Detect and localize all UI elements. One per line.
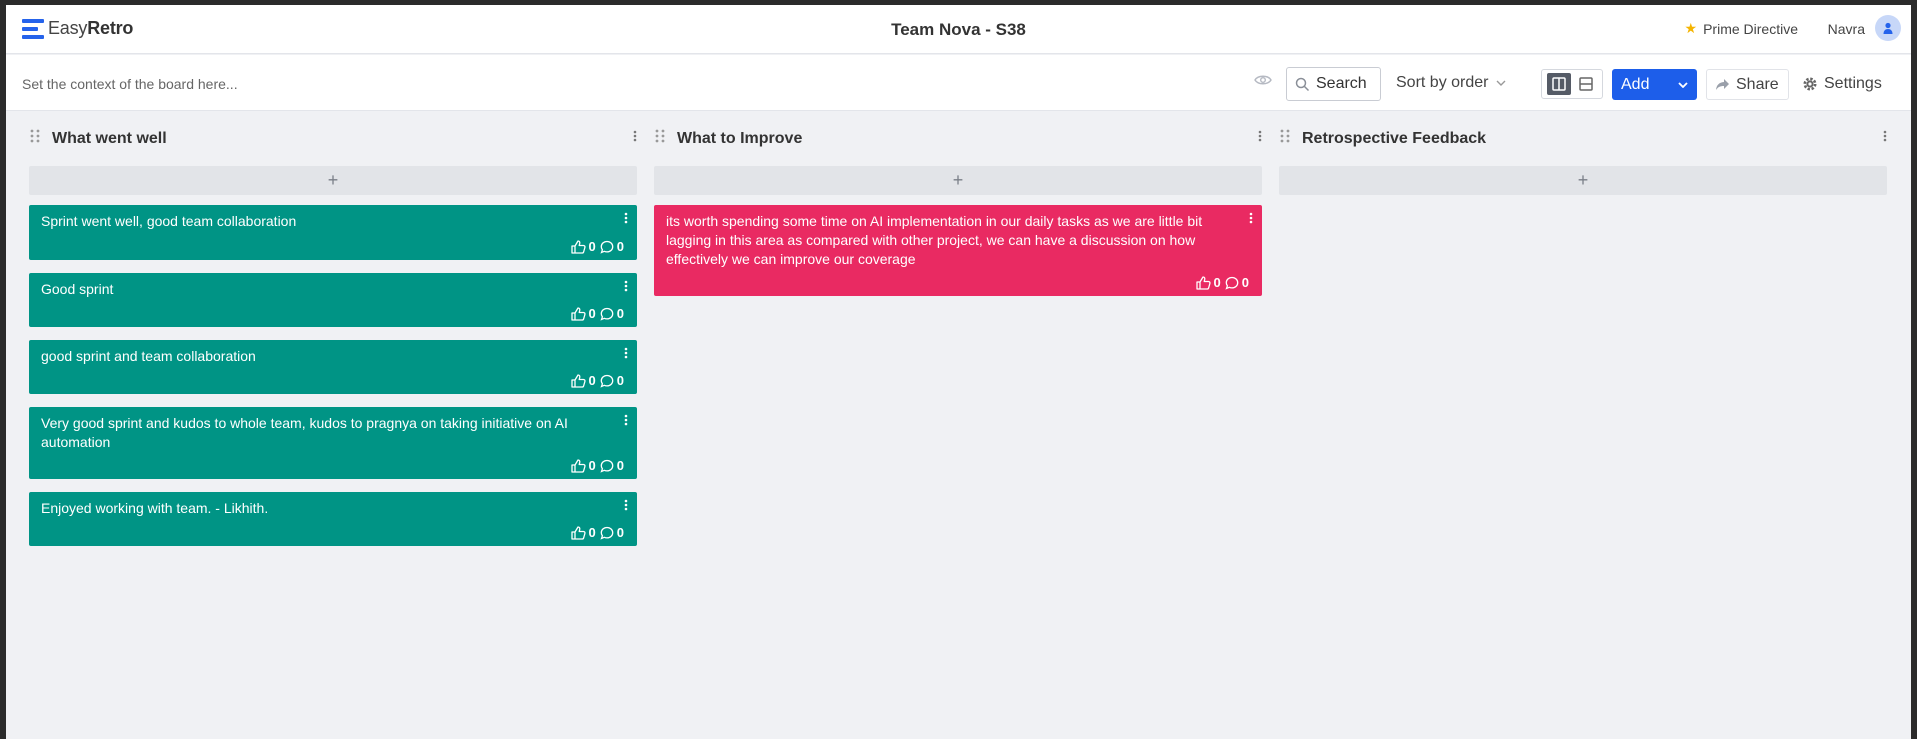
column-title: Retrospective Feedback [1302, 130, 1487, 147]
thumbs-up-icon[interactable] [570, 458, 586, 473]
board-title: Team Nova - S38 [891, 20, 1026, 39]
settings-label: Settings [1824, 75, 1882, 92]
rows-view-button[interactable] [1574, 73, 1598, 95]
retro-card[interactable]: Very good sprint and kudos to whole team… [29, 407, 637, 479]
drag-handle-icon[interactable] [1279, 129, 1291, 143]
board-toolbar: Set the context of the board here... Sor… [6, 55, 1911, 111]
add-card-button[interactable]: + [29, 166, 637, 195]
like-count: 0 [1213, 275, 1221, 290]
comment-count: 0 [616, 525, 624, 540]
comment-count: 0 [616, 458, 624, 473]
comment-icon[interactable] [600, 307, 614, 321]
add-card-button[interactable]: + [1279, 166, 1887, 195]
column-what-to-improve: What to Improve + its worth spending som… [654, 111, 1262, 296]
comment-count: 0 [1241, 275, 1249, 290]
star-icon: ★ [1684, 20, 1698, 36]
retro-card[interactable]: Enjoyed working with team. - Likhith. 0 … [29, 492, 637, 546]
gear-icon [1803, 77, 1817, 91]
thumbs-up-icon[interactable] [570, 373, 586, 388]
thumbs-up-icon[interactable] [570, 525, 586, 540]
sort-label: Sort by order [1396, 74, 1489, 91]
add-button[interactable]: Add [1612, 69, 1697, 100]
user-avatar[interactable] [1875, 15, 1901, 41]
card-footer: 0 0 [570, 239, 628, 254]
search-box[interactable] [1286, 67, 1381, 101]
more-vertical-icon[interactable] [624, 212, 628, 224]
columns-icon [1551, 77, 1566, 91]
share-icon [1716, 79, 1729, 90]
more-vertical-icon[interactable] [1883, 130, 1887, 142]
card-text: good sprint and team collaboration [41, 348, 256, 364]
chevron-down-icon [1678, 81, 1688, 88]
card-footer: 0 0 [570, 373, 628, 388]
share-button[interactable]: Share [1706, 69, 1789, 100]
more-vertical-icon[interactable] [624, 414, 628, 426]
more-vertical-icon[interactable] [624, 347, 628, 359]
card-footer: 0 0 [570, 458, 628, 473]
add-button-label: Add [1621, 75, 1650, 93]
comment-icon[interactable] [600, 526, 614, 540]
eye-icon[interactable] [1254, 73, 1272, 92]
comment-icon[interactable] [600, 240, 614, 254]
like-count: 0 [588, 306, 596, 321]
view-toggle [1541, 69, 1603, 99]
thumbs-up-icon[interactable] [1195, 275, 1211, 290]
more-vertical-icon[interactable] [624, 280, 628, 292]
like-count: 0 [588, 458, 596, 473]
card-text: Sprint went well, good team collaboratio… [41, 213, 297, 229]
like-count: 0 [588, 525, 596, 540]
comment-icon[interactable] [1225, 276, 1239, 290]
thumbs-up-icon[interactable] [570, 239, 586, 254]
retro-card[interactable]: its worth spending some time on AI imple… [654, 205, 1262, 296]
column-title: What went well [52, 130, 167, 147]
retro-card[interactable]: Good sprint 0 0 [29, 273, 637, 327]
board-context-input[interactable]: Set the context of the board here... [22, 76, 238, 92]
prime-directive-label: Prime Directive [1703, 20, 1798, 37]
search-icon [1295, 77, 1310, 91]
more-vertical-icon[interactable] [1258, 130, 1262, 142]
like-count: 0 [588, 239, 596, 254]
column-title: What to Improve [677, 130, 803, 147]
card-footer: 0 0 [1195, 275, 1253, 290]
columns-view-button[interactable] [1546, 73, 1571, 95]
card-text: Enjoyed working with team. - Likhith. [41, 500, 269, 516]
comment-count: 0 [616, 239, 624, 254]
more-vertical-icon[interactable] [633, 130, 637, 142]
user-icon [1883, 22, 1893, 34]
retro-card[interactable]: good sprint and team collaboration 0 0 [29, 340, 637, 394]
card-text: Good sprint [41, 281, 114, 297]
column-header: Retrospective Feedback [1279, 111, 1887, 157]
add-dropdown-toggle[interactable] [1669, 69, 1697, 100]
comment-count: 0 [616, 306, 624, 321]
drag-handle-icon[interactable] [29, 129, 41, 143]
drag-handle-icon[interactable] [654, 129, 666, 143]
more-vertical-icon[interactable] [1249, 212, 1253, 224]
card-footer: 0 0 [570, 306, 628, 321]
column-what-went-well: What went well + Sprint went well, good … [29, 111, 637, 546]
column-header: What went well [29, 111, 637, 157]
thumbs-up-icon[interactable] [570, 306, 586, 321]
column-header: What to Improve [654, 111, 1262, 157]
prime-directive-link[interactable]: ★ Prime Directive [1685, 20, 1798, 37]
chevron-down-icon [1496, 80, 1506, 86]
settings-button[interactable]: Settings [1802, 75, 1882, 93]
retro-card[interactable]: Sprint went well, good team collaboratio… [29, 205, 637, 260]
more-vertical-icon[interactable] [624, 499, 628, 511]
like-count: 0 [588, 373, 596, 388]
user-name[interactable]: Navra [1828, 21, 1865, 37]
comment-icon[interactable] [600, 459, 614, 473]
comment-count: 0 [616, 373, 624, 388]
app-window: EasyRetro Team Nova - S38 ★ Prime Direct… [6, 5, 1911, 739]
search-input[interactable] [1316, 75, 1378, 93]
column-retrospective-feedback: Retrospective Feedback + [1279, 111, 1887, 195]
comment-icon[interactable] [600, 374, 614, 388]
top-header: EasyRetro Team Nova - S38 ★ Prime Direct… [6, 5, 1911, 54]
share-label: Share [1736, 75, 1779, 93]
card-footer: 0 0 [570, 525, 628, 540]
card-text: Very good sprint and kudos to whole team… [41, 415, 568, 450]
card-text: its worth spending some time on AI imple… [666, 213, 1203, 267]
sort-dropdown[interactable]: Sort by order [1396, 74, 1506, 92]
add-card-button[interactable]: + [654, 166, 1262, 195]
rows-icon [1578, 77, 1593, 91]
